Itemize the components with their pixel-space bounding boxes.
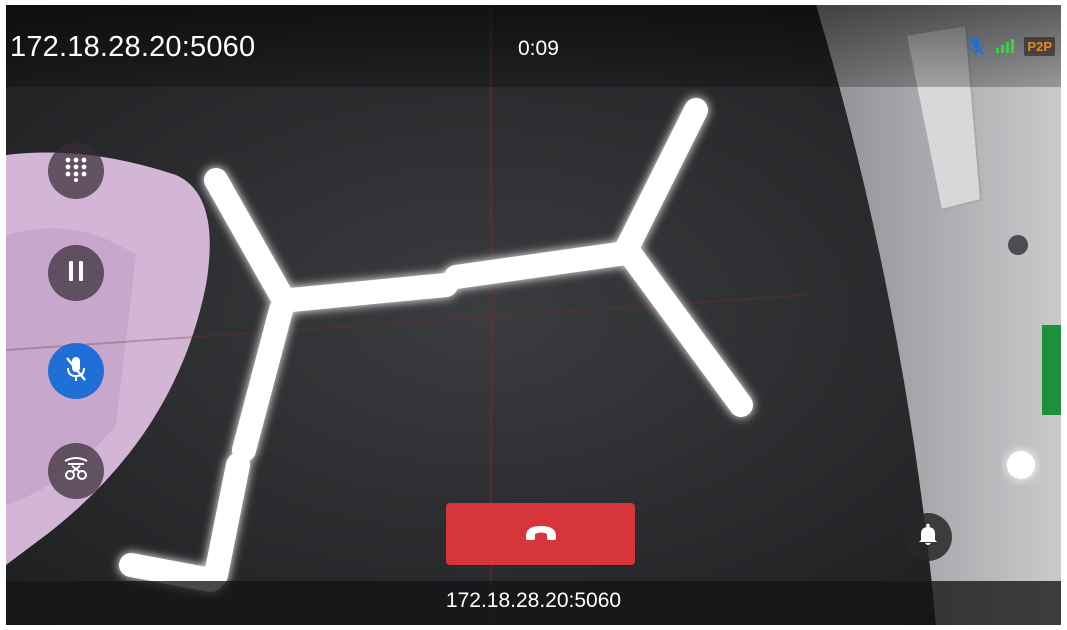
hold-button[interactable] [48,245,104,301]
status-indicators: P2P [966,35,1055,57]
dialpad-icon [63,156,89,187]
doorbell-button[interactable] [904,513,952,561]
video-call-screen: 172.18.28.20:5060 0:09 P2P [6,5,1061,625]
remote-address: 172.18.28.20:5060 [10,31,256,63]
connection-mode-badge: P2P [1024,36,1055,56]
hang-up-button[interactable] [446,503,635,565]
call-duration: 0:09 [518,37,559,60]
bottom-address: 172.18.28.20:5060 [445,589,622,612]
dialpad-button[interactable] [48,143,104,199]
signal-bars-icon [994,38,1016,54]
pause-icon [66,260,86,287]
mute-button[interactable] [48,343,104,399]
mic-off-icon [966,35,986,57]
hang-up-icon [524,523,558,546]
mic-off-icon [64,355,88,388]
bell-icon [917,523,939,552]
transfer-button[interactable] [48,443,104,499]
transfer-icon [62,456,90,487]
